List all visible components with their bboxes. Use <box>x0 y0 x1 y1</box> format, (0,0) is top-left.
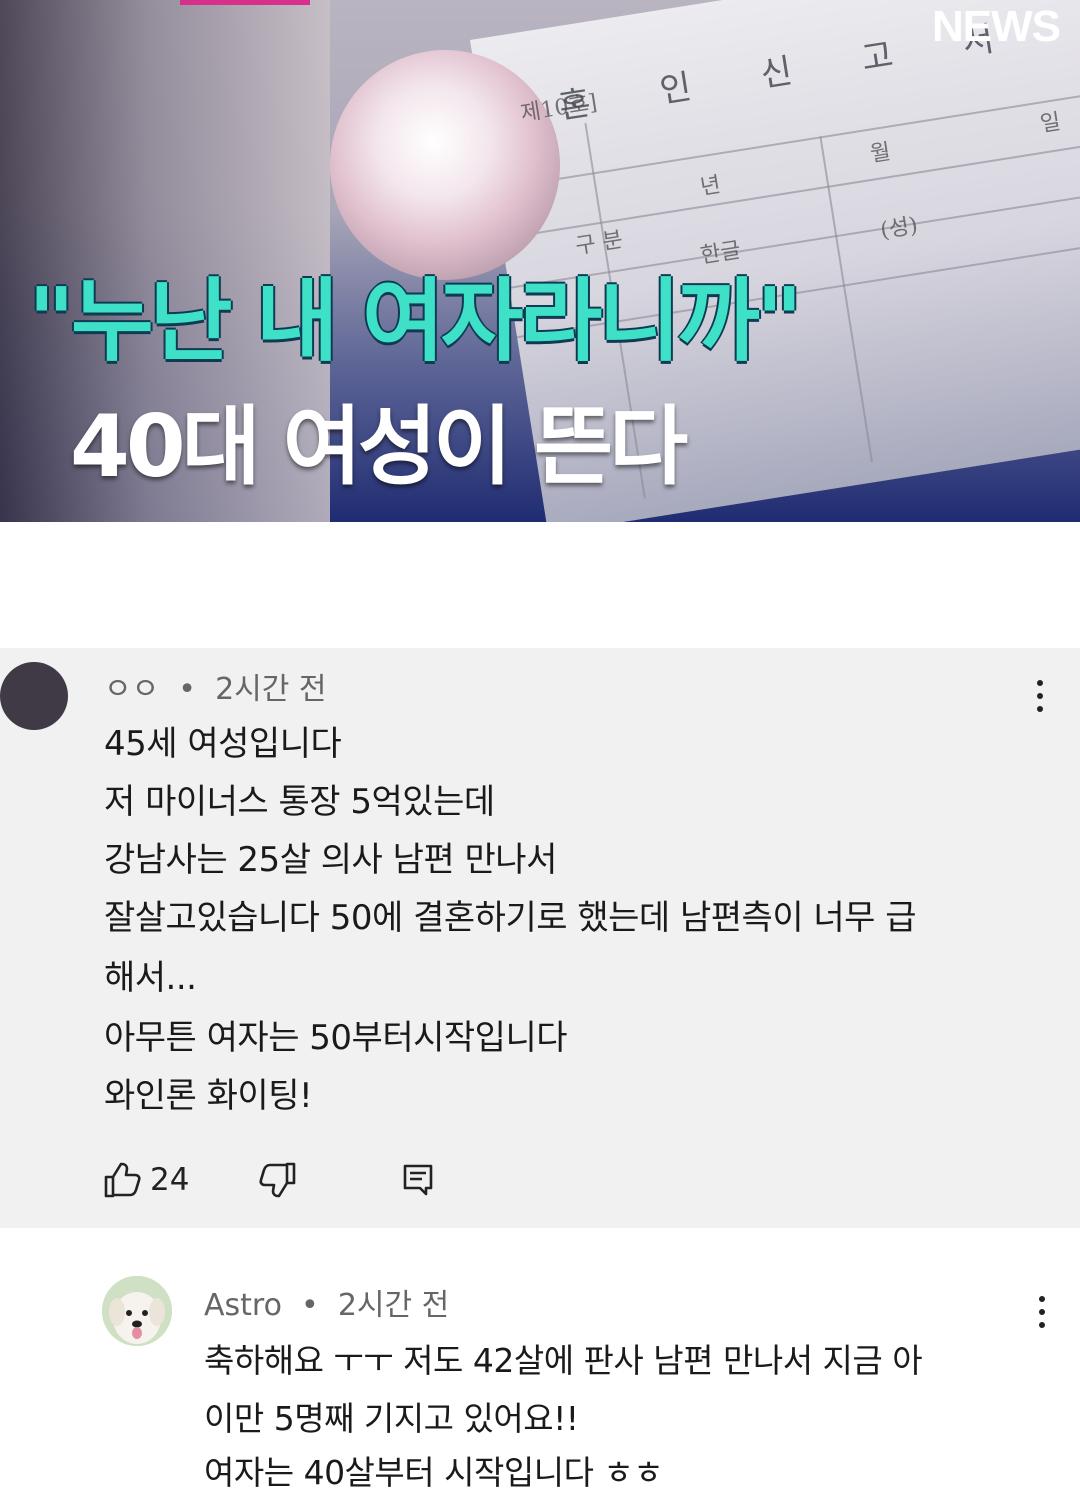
comment-text-line: 해서... <box>104 958 197 998</box>
comment-text-line: 45세 여성입니다 <box>104 724 342 764</box>
like-icon <box>104 1162 141 1198</box>
flower-bouquet <box>330 50 560 280</box>
more-vert-icon[interactable] <box>1032 1296 1052 1336</box>
dog-avatar-icon <box>102 1276 172 1346</box>
news-logo: NEWS <box>932 2 1061 51</box>
more-vert-icon[interactable] <box>1030 680 1050 720</box>
comment-author[interactable]: Astro <box>204 1288 282 1323</box>
comment-text-line: 아무튼 여자는 50부터시작입니다 <box>104 1018 568 1058</box>
comment-text-line: 저 마이너스 통장 5억있는데 <box>104 782 495 822</box>
comment-text-line: 와인론 화이팅! <box>104 1076 313 1116</box>
comment-text-line: 강남사는 25살 의사 남편 만나서 <box>104 840 557 880</box>
like-count: 24 <box>150 1162 190 1198</box>
comment-author[interactable]: ㅇㅇ <box>104 672 159 707</box>
comment-meta: Astro • 2시간 전 <box>204 1280 449 1324</box>
comment-time: 2시간 전 <box>337 1288 450 1323</box>
comment-text-line: 이만 5명째 기지고 있어요!! <box>204 1399 579 1438</box>
like-button[interactable]: 24 <box>102 1160 189 1200</box>
reply-icon <box>403 1164 433 1196</box>
video-thumbnail[interactable]: 제10호] 혼 인 신 고 서 년 월 일 구 분 한글 (성) NEWS "누… <box>0 0 1080 522</box>
comment-time: 2시간 전 <box>215 672 327 707</box>
comment-text-line: 여자는 40살부터 시작입니다 ㅎㅎ <box>204 1453 664 1492</box>
meta-separator: • <box>291 1288 329 1323</box>
thumbnail-headline: 40대 여성이 뜬다 <box>70 397 688 497</box>
reply-button[interactable] <box>400 1162 436 1198</box>
accent-bar <box>180 0 310 5</box>
dislike-icon <box>259 1162 296 1198</box>
dislike-button[interactable] <box>258 1160 298 1200</box>
comment-text-line: 축하해요 ㅜㅜ 저도 42살에 판사 남편 만나서 지금 아 <box>204 1341 923 1380</box>
document-name-field: (성) <box>878 213 920 244</box>
meta-separator: • <box>168 672 206 707</box>
comment-text-line: 잘살고있습니다 50에 결혼하기로 했는데 남편측이 너무 급 <box>104 898 917 938</box>
comment-meta: ㅇㅇ • 2시간 전 <box>104 664 327 708</box>
avatar[interactable] <box>102 1276 172 1346</box>
thumbnail-headline-quote: "누난 내 여자라니까" <box>28 269 803 374</box>
avatar[interactable] <box>0 662 68 730</box>
